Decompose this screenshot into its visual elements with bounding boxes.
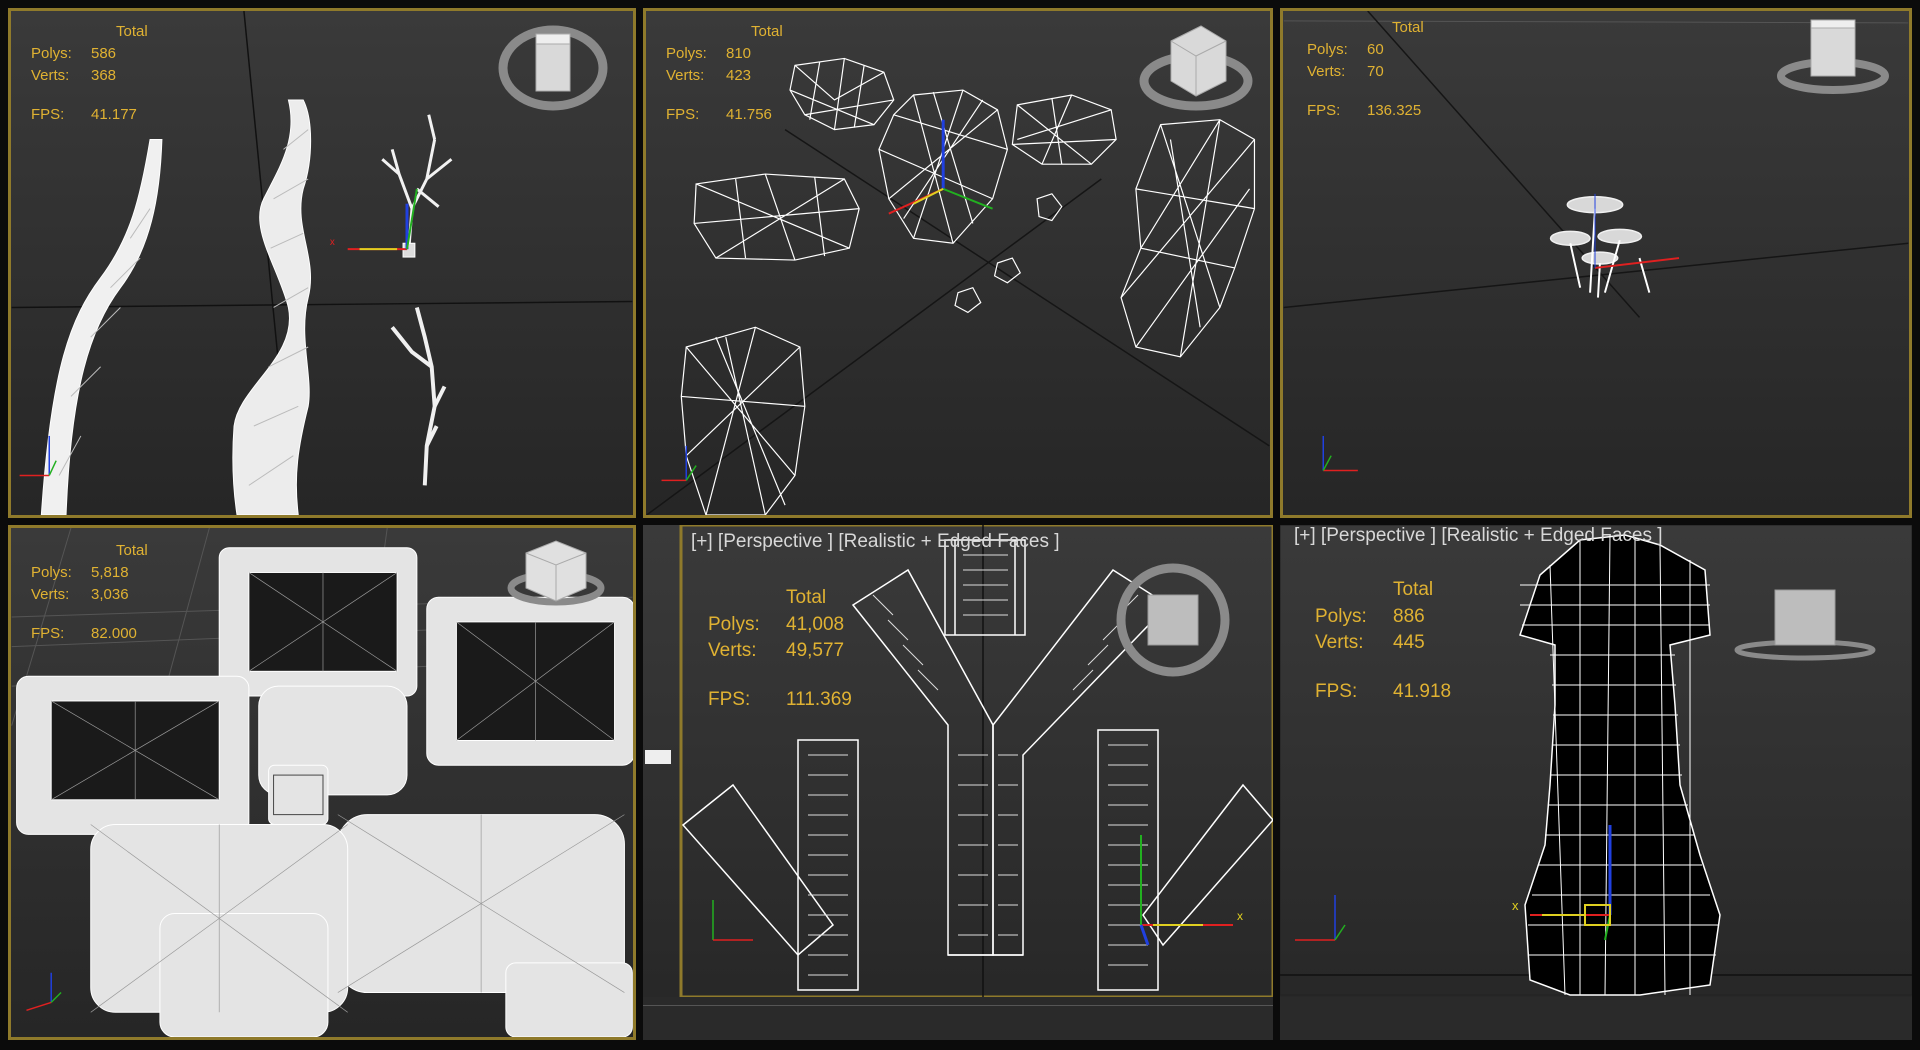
viewport-2-stats: Total Polys: 810 Verts: 423 FPS: 41.756 [666, 21, 783, 126]
verts-label: Verts: [1307, 62, 1346, 80]
verts-label: Verts: [31, 66, 70, 84]
fps-label: FPS: [31, 625, 65, 643]
viewcube-icon[interactable] [1773, 16, 1893, 106]
polys-value: 586 [91, 44, 117, 62]
fps-label: FPS: [1307, 102, 1341, 120]
polys-label: Polys: [31, 44, 72, 62]
viewport-5[interactable]: x [+] [Perspective ] [Realistic + Edged … [643, 525, 1273, 1040]
viewcube-icon[interactable] [1108, 560, 1238, 680]
viewport-1-stats: Total Polys: 586 Verts: 368 FPS: 41.177 [31, 21, 148, 126]
polys-label: Polys: [1315, 605, 1367, 627]
verts-value: 70 [1367, 62, 1384, 80]
verts-label: Verts: [666, 66, 705, 84]
fps-value: 111.369 [786, 688, 852, 710]
stats-total-label: Total [116, 542, 148, 559]
viewcube-icon[interactable] [1730, 575, 1880, 685]
stats-total-label: Total [1393, 579, 1434, 600]
polys-label: Polys: [708, 613, 760, 635]
stats-total-label: Total [116, 23, 148, 40]
polys-value: 810 [726, 44, 752, 62]
stats-total-label: Total [751, 23, 783, 40]
viewcube-icon[interactable] [1131, 11, 1261, 121]
viewcube-icon[interactable] [501, 533, 611, 613]
viewport-3-stats: Total Polys: 60 Verts: 70 FPS: 136.325 [1307, 17, 1424, 122]
viewport-6-label[interactable]: [+] [Perspective ] [Realistic + Edged Fa… [1294, 525, 1663, 547]
verts-value: 368 [91, 66, 117, 84]
fps-label: FPS: [666, 106, 700, 124]
polys-value: 41,008 [786, 613, 845, 635]
polys-value: 60 [1367, 40, 1384, 58]
verts-value: 49,577 [786, 640, 845, 662]
viewcube-icon[interactable] [496, 16, 611, 116]
fps-label: FPS: [31, 106, 65, 124]
svg-text:x: x [1237, 909, 1243, 923]
viewport-5-stats: Total Polys: 41,008 Verts: 49,577 FPS: 111.… [708, 585, 852, 713]
polys-label: Polys: [1307, 40, 1348, 58]
polys-label: Polys: [666, 44, 707, 62]
viewport-6[interactable]: x [+] [Perspective ] [Realistic + Edged … [1280, 525, 1912, 1040]
verts-label: Verts: [1315, 632, 1364, 654]
viewport-5-label[interactable]: [+] [Perspective ] [Realistic + Edged Fa… [691, 531, 1060, 553]
fps-label: FPS: [708, 688, 751, 710]
verts-value: 3,036 [91, 585, 129, 603]
polys-value: 886 [1393, 605, 1425, 627]
fps-label: FPS: [1315, 680, 1358, 702]
viewport-3[interactable]: Total Polys: 60 Verts: 70 FPS: 136.325 [1280, 8, 1912, 518]
stats-total-label: Total [786, 587, 827, 608]
stats-total-label: Total [1392, 19, 1424, 36]
fps-value: 41.756 [726, 106, 772, 124]
viewport-1[interactable]: x Total Polys: 586 Verts: 368 FPS: 41.177 [8, 8, 636, 518]
verts-label: Verts: [31, 585, 70, 603]
verts-label: Verts: [708, 640, 757, 662]
fps-value: 41.918 [1393, 680, 1452, 702]
viewport-4-stats: Total Polys: 5,818 Verts: 3,036 FPS: 82.000 [31, 540, 148, 645]
fps-value: 41.177 [91, 106, 137, 124]
polys-label: Polys: [31, 563, 72, 581]
viewport-2[interactable]: Total Polys: 810 Verts: 423 FPS: 41.756 [643, 8, 1273, 518]
viewport-grid: x Total Polys: 586 Verts: 368 FPS: 41.177 [0, 0, 1920, 1050]
viewport-6-stats: Total Polys: 886 Verts: 445 FPS: 41.918 [1315, 577, 1451, 705]
fps-value: 82.000 [91, 625, 137, 643]
svg-text:x: x [330, 237, 335, 248]
polys-value: 5,818 [91, 563, 129, 581]
verts-value: 445 [1393, 632, 1425, 654]
svg-text:x: x [1512, 898, 1519, 913]
fps-value: 136.325 [1367, 102, 1422, 120]
verts-value: 423 [726, 66, 752, 84]
viewport-4[interactable]: Total Polys: 5,818 Verts: 3,036 FPS: 82.000 [8, 525, 636, 1040]
